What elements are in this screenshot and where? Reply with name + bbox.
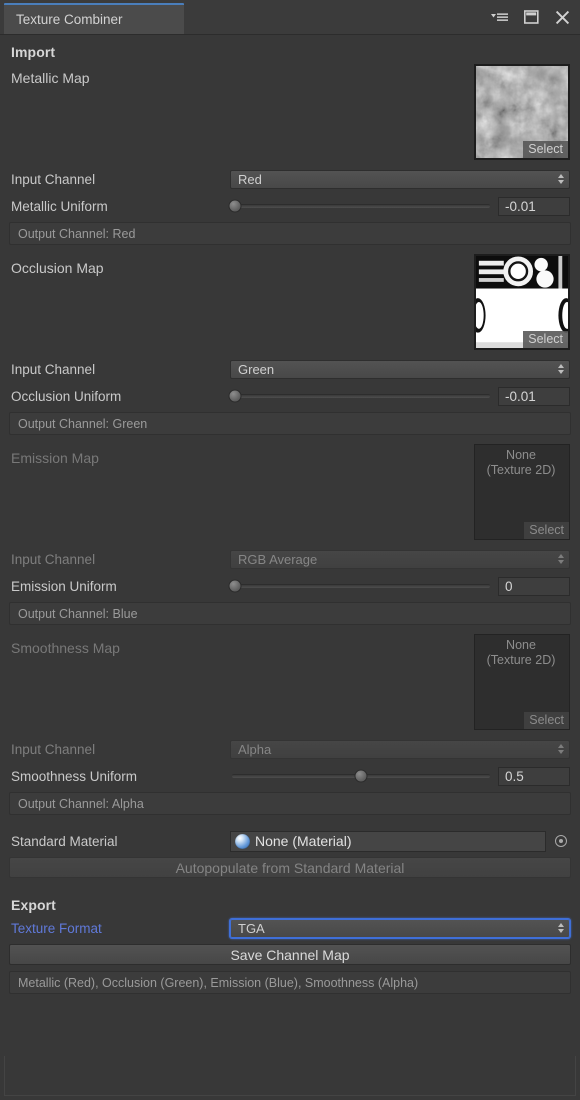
smoothness-uniform-slider[interactable] <box>230 766 492 786</box>
window-content: Import Metallic Map Select <box>0 44 580 994</box>
emission-uniform-value-field[interactable]: 0 <box>498 577 570 596</box>
emission-uniform-slider[interactable] <box>230 576 492 596</box>
texture-format-value: TGA <box>238 921 265 936</box>
emission-map-label: Emission Map <box>11 450 99 466</box>
occlusion-input-channel-row: Input Channel Green <box>8 358 572 380</box>
smoothness-map-block: Smoothness Map None (Texture 2D) Select <box>8 634 572 738</box>
window-titlebar: Texture Combiner <box>0 0 580 35</box>
metallic-input-channel-value: Red <box>238 172 262 187</box>
smoothness-map-object-field[interactable]: None (Texture 2D) Select <box>474 634 570 730</box>
occlusion-map-object-field[interactable]: Select <box>474 254 570 350</box>
object-picker-icon[interactable] <box>552 832 570 850</box>
smoothness-input-channel-value: Alpha <box>238 742 271 757</box>
occlusion-input-channel-label: Input Channel <box>8 362 230 377</box>
tab-label: Texture Combiner <box>16 12 123 27</box>
texture-format-row: Texture Format TGA <box>8 917 572 939</box>
smoothness-map-label: Smoothness Map <box>11 640 120 656</box>
hamburger-menu-icon[interactable] <box>490 7 510 27</box>
metallic-map-block: Metallic Map Select <box>8 64 572 168</box>
texture-format-label: Texture Format <box>8 921 230 936</box>
emission-output-channel-help: Output Channel: Blue <box>9 602 571 625</box>
metallic-input-channel-label: Input Channel <box>8 172 230 187</box>
emission-none-line2: (Texture 2D) <box>475 463 567 478</box>
occlusion-map-label: Occlusion Map <box>11 260 104 276</box>
smoothness-uniform-row: Smoothness Uniform 0.5 <box>8 765 572 787</box>
metallic-select-button[interactable]: Select <box>523 141 568 158</box>
emission-input-channel-label: Input Channel <box>8 552 230 567</box>
emission-none-line1: None <box>475 448 567 463</box>
slider-track <box>232 204 490 208</box>
save-channel-map-button[interactable]: Save Channel Map <box>9 944 571 965</box>
standard-material-value: None (Material) <box>255 833 351 849</box>
emission-input-channel-row: Input Channel RGB Average <box>8 548 572 570</box>
smoothness-input-channel-label: Input Channel <box>8 742 230 757</box>
metallic-uniform-row: Metallic Uniform -0.01 <box>8 195 572 217</box>
chevron-updown-icon <box>557 922 564 934</box>
slider-thumb[interactable] <box>229 580 242 593</box>
standard-material-label: Standard Material <box>8 834 230 849</box>
metallic-map-object-field[interactable]: Select <box>474 64 570 160</box>
slider-thumb[interactable] <box>229 200 242 213</box>
tab-texture-combiner[interactable]: Texture Combiner <box>4 3 184 34</box>
occlusion-input-channel-value: Green <box>238 362 274 377</box>
export-summary-help: Metallic (Red), Occlusion (Green), Emiss… <box>9 971 571 994</box>
import-section-header: Import <box>11 44 572 60</box>
smoothness-none-line2: (Texture 2D) <box>475 653 567 668</box>
emission-select-button[interactable]: Select <box>524 522 569 539</box>
metallic-map-label: Metallic Map <box>11 70 90 86</box>
occlusion-uniform-slider[interactable] <box>230 386 492 406</box>
slider-track <box>232 394 490 398</box>
emission-uniform-label: Emission Uniform <box>8 579 230 594</box>
slider-thumb[interactable] <box>229 390 242 403</box>
emission-map-empty-text: None (Texture 2D) <box>475 448 567 478</box>
occlusion-uniform-row: Occlusion Uniform -0.01 <box>8 385 572 407</box>
close-window-icon[interactable] <box>552 7 572 27</box>
standard-material-object-field[interactable]: None (Material) <box>230 831 546 852</box>
occlusion-map-block: Occlusion Map <box>8 254 572 358</box>
slider-thumb[interactable] <box>355 770 368 783</box>
metallic-input-channel-dropdown[interactable]: Red <box>230 170 570 189</box>
chevron-updown-icon <box>557 173 564 185</box>
emission-uniform-row: Emission Uniform 0 <box>8 575 572 597</box>
metallic-input-channel-row: Input Channel Red <box>8 168 572 190</box>
smoothness-uniform-value-field[interactable]: 0.5 <box>498 767 570 786</box>
emission-input-channel-dropdown[interactable]: RGB Average <box>230 550 570 569</box>
occlusion-input-channel-dropdown[interactable]: Green <box>230 360 570 379</box>
metallic-uniform-value-field[interactable]: -0.01 <box>498 197 570 216</box>
smoothness-input-channel-dropdown[interactable]: Alpha <box>230 740 570 759</box>
panel-left-edge <box>4 1056 5 1096</box>
panel-bottom-edge <box>4 1095 576 1096</box>
texture-combiner-window: Texture Combiner <box>0 0 580 1100</box>
chevron-updown-icon <box>557 553 564 565</box>
smoothness-input-channel-row: Input Channel Alpha <box>8 738 572 760</box>
metallic-uniform-slider[interactable] <box>230 196 492 216</box>
metallic-uniform-label: Metallic Uniform <box>8 199 230 214</box>
emission-input-channel-value: RGB Average <box>238 552 317 567</box>
maximize-window-icon[interactable] <box>521 7 541 27</box>
chevron-updown-icon <box>557 743 564 755</box>
chevron-updown-icon <box>557 363 564 375</box>
smoothness-none-line1: None <box>475 638 567 653</box>
occlusion-select-button[interactable]: Select <box>523 331 568 348</box>
occlusion-uniform-value-field[interactable]: -0.01 <box>498 387 570 406</box>
texture-format-dropdown[interactable]: TGA <box>230 919 570 938</box>
titlebar-controls <box>490 0 572 34</box>
emission-map-object-field[interactable]: None (Texture 2D) Select <box>474 444 570 540</box>
slider-track <box>232 584 490 588</box>
occlusion-output-channel-help: Output Channel: Green <box>9 412 571 435</box>
panel-right-edge <box>575 1056 576 1096</box>
export-section-header: Export <box>11 897 572 913</box>
occlusion-uniform-label: Occlusion Uniform <box>8 389 230 404</box>
autopopulate-button[interactable]: Autopopulate from Standard Material <box>9 857 571 878</box>
material-sphere-icon <box>235 834 250 849</box>
standard-material-row: Standard Material None (Material) <box>8 830 572 852</box>
smoothness-output-channel-help: Output Channel: Alpha <box>9 792 571 815</box>
smoothness-uniform-label: Smoothness Uniform <box>8 769 230 784</box>
smoothness-select-button[interactable]: Select <box>524 712 569 729</box>
smoothness-map-empty-text: None (Texture 2D) <box>475 638 567 668</box>
metallic-output-channel-help: Output Channel: Red <box>9 222 571 245</box>
emission-map-block: Emission Map None (Texture 2D) Select <box>8 444 572 548</box>
